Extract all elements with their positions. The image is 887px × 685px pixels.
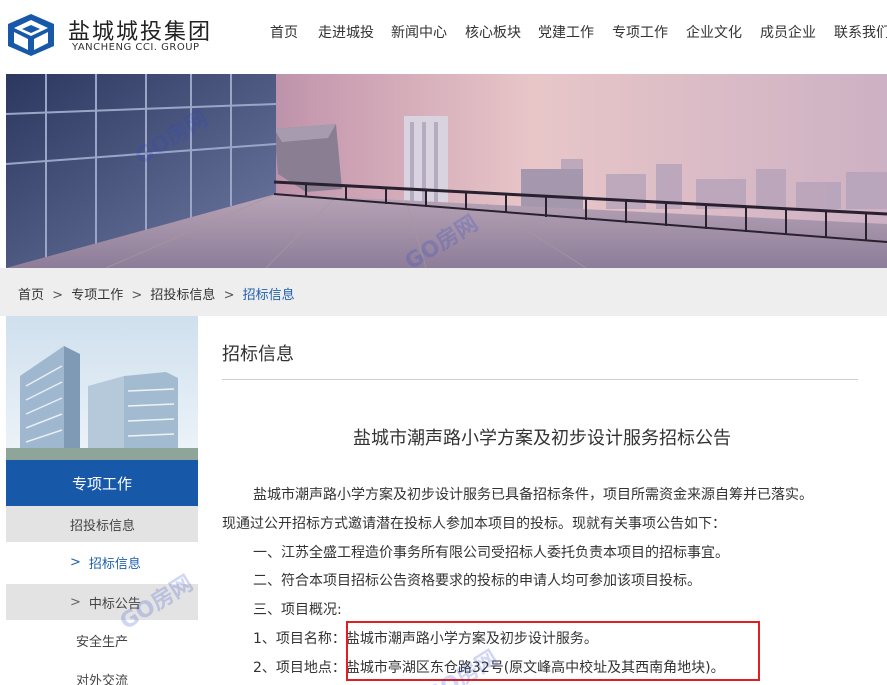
page: 盐城城投集团 YANCHENG CCI. GROUP 首页 走进城投 新闻中心 … (0, 0, 887, 685)
sidebar-item-bidding-info[interactable]: 招投标信息 (6, 506, 198, 542)
nav-special-work[interactable]: 专项工作 (612, 22, 668, 42)
sidebar-item-label: 安全生产 (76, 634, 129, 650)
nav-culture[interactable]: 企业文化 (686, 22, 742, 42)
breadcrumb-special-work[interactable]: 专项工作 (71, 288, 123, 303)
highlight-annotation-box (346, 621, 760, 681)
article-paragraph: 盐城市潮声路小学方案及初步设计服务已具备招标条件，项目所需资金来源自筹并已落实。 (253, 487, 813, 503)
sidebar-item-label: 招标信息 (88, 556, 141, 572)
breadcrumb-home[interactable]: 首页 (18, 288, 44, 303)
main-nav: 首页 走进城投 新闻中心 核心板块 党建工作 专项工作 企业文化 成员企业 联系… (258, 22, 887, 44)
sidebar-building-illustration (6, 316, 198, 460)
breadcrumb-current[interactable]: 招标信息 (243, 288, 295, 303)
logo-mark-icon (8, 14, 54, 56)
logo-english-name: YANCHENG CCI. GROUP (72, 42, 200, 53)
article-paragraph: 一、江苏全盛工程造价事务所有限公司受招标人委托负责本项目的招标事宜。 (253, 545, 729, 561)
main-content: 招标信息 盐城市潮声路小学方案及初步设计服务招标公告 盐城市潮声路小学方案及初步… (222, 316, 862, 685)
sidebar-item-exchange[interactable]: 对外交流 (6, 661, 198, 685)
sidebar-title: 专项工作 (6, 460, 198, 506)
nav-contact[interactable]: 联系我们 (834, 22, 887, 42)
title-divider (222, 379, 858, 380)
breadcrumb-separator: > (131, 288, 143, 303)
article-paragraph: 二、符合本项目招标公告资格要求的投标的申请人均可参加该项目投标。 (253, 573, 701, 589)
nav-core-business[interactable]: 核心板块 (465, 22, 521, 42)
sidebar: 专项工作 招投标信息 > 招标信息 > 中标公告 安全生产 对外交流 (6, 316, 198, 685)
banner-cityscape-illustration (6, 74, 887, 268)
site-header: 盐城城投集团 YANCHENG CCI. GROUP 首页 走进城投 新闻中心 … (0, 0, 887, 66)
nav-news[interactable]: 新闻中心 (391, 22, 447, 42)
article-paragraph: 三、项目概况: (253, 602, 342, 618)
sidebar-item-label: 中标公告 (88, 596, 141, 612)
nav-about[interactable]: 走进城投 (318, 22, 374, 42)
breadcrumb-trail: 首页 > 专项工作 > 招投标信息 > 招标信息 (18, 284, 295, 303)
article-title: 盐城市潮声路小学方案及初步设计服务招标公告 (353, 428, 731, 449)
chevron-right-icon: > (70, 594, 81, 610)
banner-image (6, 74, 887, 268)
breadcrumb-bidding-info[interactable]: 招投标信息 (150, 288, 215, 303)
sidebar-item-label: 对外交流 (76, 673, 129, 685)
breadcrumb-separator: > (223, 288, 235, 303)
nav-members[interactable]: 成员企业 (760, 22, 816, 42)
section-title: 招标信息 (222, 344, 294, 365)
breadcrumb-separator: > (52, 288, 64, 303)
sidebar-item-award-notice[interactable]: > 中标公告 (6, 584, 198, 620)
breadcrumb: 首页 > 专项工作 > 招投标信息 > 招标信息 (0, 268, 887, 316)
sidebar-building-image (6, 316, 198, 460)
sidebar-item-label: 招投标信息 (70, 518, 136, 534)
chevron-right-icon: > (70, 554, 81, 570)
nav-party-building[interactable]: 党建工作 (538, 22, 594, 42)
sidebar-item-tender-info[interactable]: > 招标信息 (6, 544, 198, 580)
site-logo[interactable]: 盐城城投集团 YANCHENG CCI. GROUP (6, 8, 210, 60)
sidebar-item-safety[interactable]: 安全生产 (6, 622, 198, 658)
article-paragraph: 现通过公开招标方式邀请潜在投标人参加本项目的投标。现就有关事项公告如下： (222, 516, 726, 532)
nav-home[interactable]: 首页 (270, 22, 298, 42)
